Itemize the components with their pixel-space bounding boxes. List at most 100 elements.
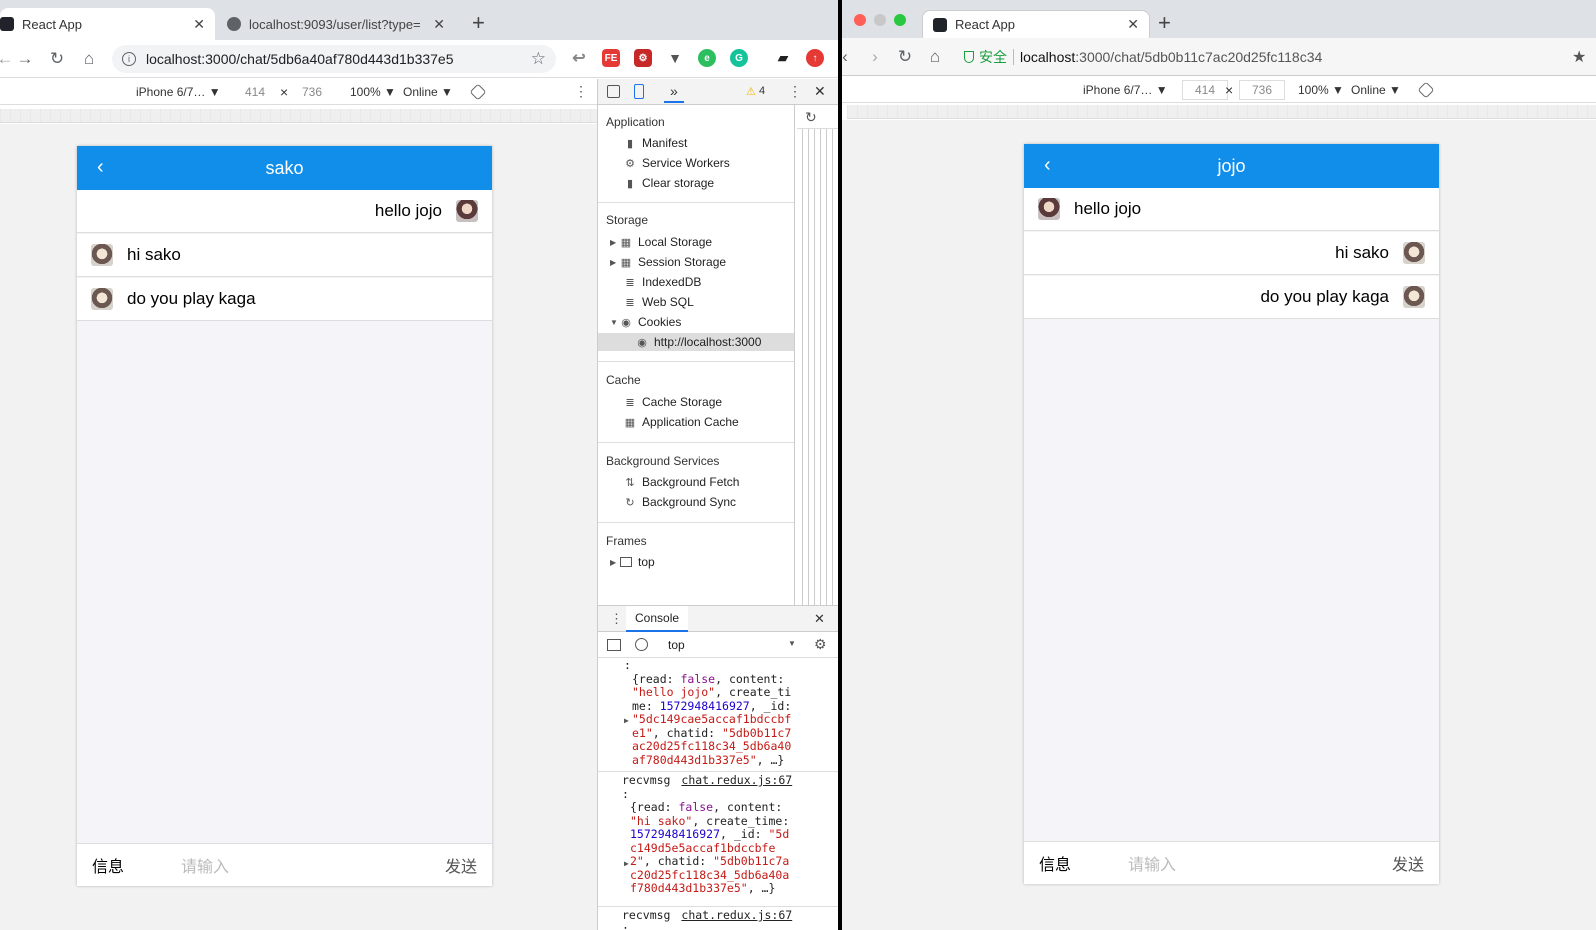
sidebar-item-application-cache[interactable]: ▦ Application Cache — [624, 413, 739, 431]
expand-triangle-icon[interactable]: ▶ — [610, 238, 620, 247]
collapse-triangle-icon[interactable]: ▼ — [610, 318, 620, 327]
device-select[interactable]: iPhone 6/7… ▼ — [136, 85, 221, 99]
grammarly-extension-icon[interactable]: G — [730, 49, 748, 67]
database-icon: ≣ — [625, 276, 635, 289]
sidebar-item-local-storage[interactable]: ▶ ▦ Local Storage — [610, 233, 712, 251]
close-icon[interactable]: ✕ — [1127, 16, 1139, 33]
tab-console[interactable]: Console — [626, 606, 689, 632]
device-toggle-icon[interactable] — [634, 84, 644, 99]
more-menu-icon[interactable]: ⋮ — [574, 83, 588, 100]
grid-icon: ▦ — [620, 236, 632, 249]
input-label: 信息 — [1039, 857, 1072, 874]
network-select[interactable]: Online ▼ — [403, 85, 453, 99]
url-text: localhost:3000/chat/5db6a40af780d443d1b3… — [146, 51, 454, 67]
sidebar-item-background-sync[interactable]: ↻ Background Sync — [624, 493, 736, 511]
zoom-select[interactable]: 100% ▼ — [1298, 83, 1344, 97]
message-item: hi sako — [1024, 232, 1439, 275]
context-select[interactable]: top — [668, 638, 685, 652]
network-select[interactable]: Online ▼ — [1351, 83, 1401, 97]
back-chevron-icon[interactable]: ‹ — [1044, 154, 1051, 177]
viewport-width[interactable]: 414 — [245, 85, 265, 99]
back-chevron-icon[interactable]: ‹ — [97, 156, 104, 179]
sidebar-item-manifest[interactable]: ▮ Manifest — [624, 134, 687, 152]
fe-extension-icon[interactable]: FE — [602, 49, 620, 67]
left-browser-window: React App ✕ localhost:9093/user/list?typ… — [0, 0, 838, 930]
close-window-button[interactable] — [854, 14, 866, 26]
viewport-width[interactable]: 414 — [1182, 80, 1229, 100]
forward-arrow-icon[interactable]: › — [864, 46, 886, 68]
send-button[interactable]: 发送 — [1392, 851, 1424, 875]
expand-triangle-icon[interactable]: ▶ — [610, 558, 620, 567]
devtools-menu-icon[interactable]: ⋮ — [788, 83, 802, 100]
more-tabs-icon[interactable]: » — [664, 83, 684, 103]
sidebar-item-service-workers[interactable]: ⚙ Service Workers — [624, 154, 730, 172]
window-icon — [620, 557, 632, 567]
minimize-window-button[interactable] — [874, 14, 886, 26]
zoom-select[interactable]: 100% ▼ — [350, 85, 396, 99]
viewport-height[interactable]: 736 — [302, 85, 322, 99]
tab-react-app[interactable]: React App ✕ — [0, 8, 215, 40]
address-bar[interactable]: 安全 localhost :3000/chat/5db0b11c7ac20d25… — [964, 44, 1574, 70]
evernote-extension-icon[interactable]: e — [698, 49, 716, 67]
viewport-height[interactable]: 736 — [1239, 80, 1286, 100]
home-icon[interactable]: ⌂ — [924, 46, 946, 68]
sidebar-item-indexeddb[interactable]: ≣ IndexedDB — [624, 273, 701, 291]
upload-extension-icon[interactable]: ↑ — [806, 49, 824, 67]
bookmark-star-icon[interactable]: ★ — [1572, 47, 1586, 67]
sidebar-item-frame-top[interactable]: ▶ top — [610, 553, 655, 571]
new-tab-button[interactable]: + — [472, 10, 485, 36]
reply-extension-icon[interactable]: ↩ — [570, 49, 588, 67]
console-toolbar: top ▼ ⚙ — [598, 632, 838, 658]
robot-extension-icon[interactable]: ⚙ — [634, 49, 652, 67]
tab-user-list[interactable]: localhost:9093/user/list?type= ✕ — [227, 8, 455, 40]
message-text: hello jojo — [1074, 199, 1142, 218]
tab-react-app[interactable]: React App ✕ — [922, 10, 1150, 38]
send-button[interactable]: 发送 — [445, 853, 477, 877]
rotate-icon[interactable] — [1417, 81, 1435, 98]
close-drawer-icon[interactable]: ✕ — [814, 611, 825, 627]
sidebar-item-clear-storage[interactable]: ▮ Clear storage — [624, 174, 714, 192]
forward-arrow-icon[interactable]: → — [14, 48, 36, 70]
message-input[interactable]: 请输入 — [181, 853, 229, 877]
sidebar-item-session-storage[interactable]: ▶ ▦ Session Storage — [610, 253, 726, 271]
expand-triangle-icon[interactable]: ▶ — [624, 714, 629, 728]
item-label: Background Sync — [642, 495, 737, 509]
close-icon[interactable]: ✕ — [193, 16, 205, 33]
rotate-icon[interactable] — [469, 83, 487, 100]
reload-icon[interactable]: ↻ — [46, 48, 68, 70]
clear-console-icon[interactable] — [635, 638, 648, 651]
bookmark-star-icon[interactable]: ☆ — [531, 49, 546, 69]
info-icon: i — [122, 52, 136, 66]
sidebar-item-web-sql[interactable]: ≣ Web SQL — [624, 293, 693, 311]
drawer-menu-icon[interactable]: ⋮ — [610, 611, 623, 627]
devtools-panel: » ⚠ 4 ⋮ ✕ Application ▮ Manifest ⚙ Service… — [597, 79, 838, 930]
sidebar-toggle-icon[interactable] — [607, 639, 621, 651]
sidebar-item-cookies[interactable]: ▼ ◉ Cookies — [610, 313, 681, 331]
inspect-icon[interactable] — [607, 85, 620, 98]
warning-icon[interactable]: ⚠ — [746, 85, 756, 98]
close-icon[interactable]: ✕ — [433, 16, 445, 33]
log-source-link[interactable]: chat.redux.js:67 — [681, 908, 792, 922]
expand-triangle-icon[interactable]: ▶ — [610, 258, 620, 267]
back-arrow-icon[interactable]: ‹ — [842, 46, 856, 68]
refresh-icon[interactable]: ↻ — [805, 109, 817, 126]
sidebar-item-cookie-origin[interactable]: ◉ http://localhost:3000 — [598, 333, 794, 351]
message-input[interactable]: 请输入 — [1128, 851, 1176, 875]
zoom-window-button[interactable] — [894, 14, 906, 26]
gun-extension-icon[interactable]: ▰ — [774, 49, 792, 67]
new-tab-button[interactable]: + — [1158, 10, 1171, 36]
sidebar-item-background-fetch[interactable]: ⇅ Background Fetch — [624, 473, 739, 491]
close-devtools-icon[interactable]: ✕ — [814, 83, 826, 100]
trash-icon: ▮ — [626, 177, 634, 190]
sidebar-item-cache-storage[interactable]: ≣ Cache Storage — [624, 393, 722, 411]
devtools-toolbar: » ⚠ 4 ⋮ ✕ — [598, 79, 838, 105]
expand-triangle-icon[interactable]: ▶ — [624, 857, 629, 871]
home-icon[interactable]: ⌂ — [78, 48, 100, 70]
react-favicon-icon — [933, 17, 947, 32]
vue-extension-icon[interactable]: ▼ — [666, 49, 684, 67]
log-source-link[interactable]: chat.redux.js:67 — [681, 773, 792, 787]
address-bar[interactable]: i localhost:3000/chat/5db6a40af780d443d1… — [112, 45, 556, 73]
device-select[interactable]: iPhone 6/7… ▼ — [1083, 83, 1168, 97]
reload-icon[interactable]: ↻ — [894, 46, 916, 68]
console-settings-icon[interactable]: ⚙ — [814, 636, 827, 653]
